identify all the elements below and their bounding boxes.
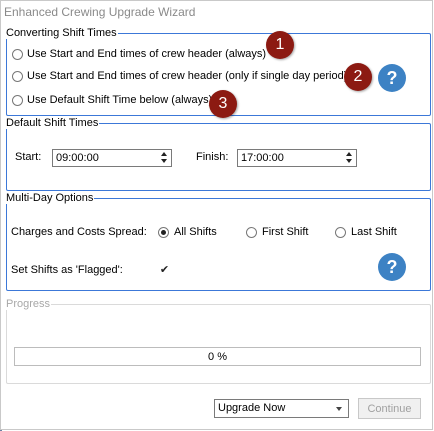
radio-last-shift[interactable]	[335, 227, 346, 238]
radio-header-times-single-day[interactable]	[12, 71, 23, 82]
flagged-label: Set Shifts as 'Flagged':	[11, 264, 123, 276]
radio-all-shifts-label[interactable]: All Shifts	[174, 226, 217, 238]
finish-time-spin-arrows[interactable]	[344, 151, 354, 165]
radio-first-shift[interactable]	[246, 227, 257, 238]
converting-shift-times-legend: Converting Shift Times	[6, 27, 117, 39]
start-time-spin-arrows[interactable]	[159, 151, 169, 165]
radio-header-times-always[interactable]	[12, 49, 23, 60]
finish-time-spinner[interactable]: 17:00:00	[237, 149, 357, 167]
progress-text: 0 %	[208, 350, 227, 363]
radio-default-shift-time-label[interactable]: Use Default Shift Time below (always)	[27, 94, 212, 106]
chevron-down-icon[interactable]	[336, 407, 342, 411]
finish-time-value: 17:00:00	[241, 152, 284, 164]
step-badge-3: 3	[209, 90, 237, 118]
window-title: Enhanced Crewing Upgrade Wizard	[4, 5, 196, 19]
radio-header-times-single-day-label[interactable]: Use Start and End times of crew header (…	[27, 70, 347, 82]
start-time-value: 09:00:00	[56, 152, 99, 164]
start-time-label: Start:	[15, 151, 42, 163]
radio-first-shift-label[interactable]: First Shift	[262, 226, 308, 238]
step-badge-1: 1	[266, 31, 294, 59]
converting-help-icon[interactable]: ?	[378, 64, 406, 92]
radio-all-shifts[interactable]	[158, 227, 169, 238]
progress-legend: Progress	[6, 298, 51, 310]
radio-last-shift-label[interactable]: Last Shift	[351, 226, 397, 238]
start-time-spinner[interactable]: 09:00:00	[52, 149, 172, 167]
finish-time-label: Finish:	[196, 151, 229, 163]
multi-day-options-group: Multi-Day Options	[6, 192, 431, 291]
spread-label: Charges and Costs Spread:	[11, 226, 147, 238]
multi-day-options-legend: Multi-Day Options	[6, 192, 94, 204]
flagged-checkbox[interactable]: ✔	[159, 265, 170, 276]
upgrade-mode-value: Upgrade Now	[218, 402, 286, 414]
multi-day-help-icon[interactable]: ?	[378, 253, 406, 281]
progress-bar: 0 %	[14, 347, 421, 366]
step-badge-2: 2	[344, 63, 372, 91]
default-shift-times-legend: Default Shift Times	[6, 117, 99, 129]
progress-group: Progress	[6, 298, 431, 384]
continue-button[interactable]: Continue	[358, 398, 421, 419]
upgrade-mode-select[interactable]: Upgrade Now	[214, 399, 349, 418]
radio-header-times-always-label[interactable]: Use Start and End times of crew header (…	[27, 48, 266, 60]
radio-default-shift-time[interactable]	[12, 95, 23, 106]
